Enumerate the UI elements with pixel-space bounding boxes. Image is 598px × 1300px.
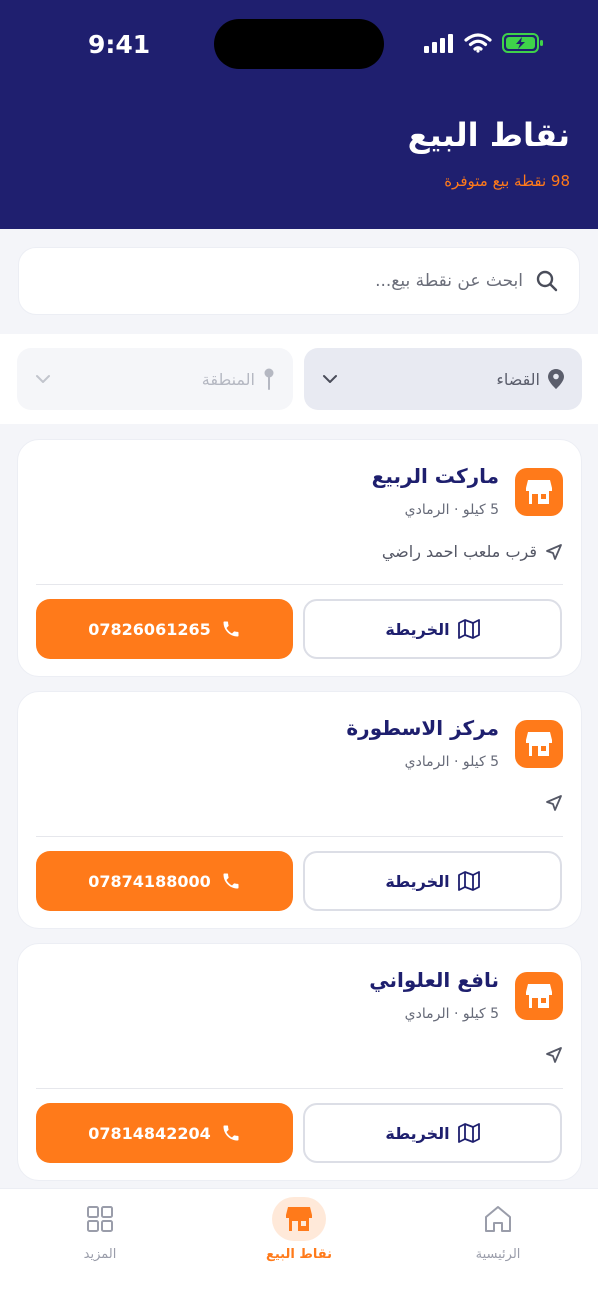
navigation-arrow-icon — [546, 1047, 562, 1063]
point-name: ماركت الربيع — [371, 464, 499, 488]
tab-more[interactable]: المزيد — [35, 1189, 165, 1300]
point-address-text: قرب ملعب احمد راضي — [381, 542, 537, 561]
tab-home-label: الرئيسية — [475, 1247, 521, 1262]
home-icon — [471, 1197, 525, 1241]
chevron-down-icon — [323, 375, 337, 383]
map-button[interactable]: الخريطة — [303, 851, 562, 911]
header: 9:41 نقاط البيع 98 نقطة بيع متوفرة — [0, 0, 598, 229]
point-address — [537, 1046, 563, 1064]
phone-icon — [223, 621, 239, 637]
dynamic-island — [214, 19, 384, 69]
district-filter-label: القضاء — [496, 369, 540, 389]
chevron-down-icon — [36, 375, 50, 383]
search-box[interactable] — [18, 247, 580, 315]
point-distance: 5 كيلو — [462, 1006, 499, 1022]
store-icon — [272, 1197, 326, 1241]
location-pin-icon — [548, 369, 564, 389]
divider — [36, 584, 563, 585]
map-button[interactable]: الخريطة — [303, 599, 562, 659]
store-icon — [515, 468, 563, 516]
bottom-tab-bar: الرئيسية نقاط البيع المزيد — [0, 1188, 598, 1300]
call-button[interactable]: 07874188000 — [36, 851, 293, 911]
search-input[interactable] — [43, 271, 523, 291]
point-distance: 5 كيلو — [462, 502, 499, 518]
point-city: الرمادي — [404, 1006, 450, 1022]
phone-number: 07874188000 — [88, 871, 211, 891]
status-time: 9:41 — [88, 30, 151, 59]
filter-bar: القضاء المنطقة — [0, 334, 598, 424]
point-address: قرب ملعب احمد راضي — [382, 542, 563, 561]
map-pin-icon — [264, 368, 274, 390]
navigation-arrow-icon — [546, 543, 562, 560]
call-button[interactable]: 07826061265 — [36, 599, 293, 659]
map-icon — [457, 1123, 480, 1143]
region-filter[interactable]: المنطقة — [17, 348, 293, 410]
divider — [36, 836, 563, 837]
point-meta: 5 كيلو · الرمادي — [404, 1006, 499, 1022]
region-filter-label-group: المنطقة — [202, 368, 275, 390]
store-icon — [515, 720, 563, 768]
phone-icon — [223, 1125, 239, 1141]
status-bar: 9:41 — [0, 0, 598, 90]
map-button-label: الخريطة — [385, 619, 450, 639]
tab-points-label: نقاط البيع — [266, 1247, 332, 1262]
region-filter-label: المنطقة — [201, 369, 255, 389]
battery-icon — [502, 33, 543, 53]
map-button-label: الخريطة — [385, 1123, 450, 1143]
point-meta: 5 كيلو · الرمادي — [404, 502, 499, 518]
page-title: نقاط البيع — [407, 116, 570, 154]
point-card: نافع العلواني 5 كيلو · الرمادي الخريطة 0… — [17, 943, 582, 1181]
tab-home[interactable]: الرئيسية — [433, 1189, 563, 1300]
store-icon — [515, 972, 563, 1020]
point-name: نافع العلواني — [369, 968, 499, 992]
tab-points[interactable]: نقاط البيع — [234, 1189, 364, 1300]
district-filter-label-group: القضاء — [496, 369, 564, 389]
phone-number: 07814842204 — [88, 1123, 211, 1143]
phone-icon — [223, 873, 239, 889]
phone-number: 07826061265 — [88, 619, 211, 639]
point-city: الرمادي — [404, 754, 450, 770]
point-address — [537, 794, 563, 812]
map-button[interactable]: الخريطة — [303, 1103, 562, 1163]
point-card: ماركت الربيع 5 كيلو · الرمادي قرب ملعب ا… — [17, 439, 582, 677]
status-icons — [424, 32, 544, 54]
search-icon — [536, 270, 558, 292]
navigation-arrow-icon — [546, 795, 562, 811]
call-button[interactable]: 07814842204 — [36, 1103, 293, 1163]
point-card: مركز الاسطورة 5 كيلو · الرمادي الخريطة 0… — [17, 691, 582, 929]
point-distance: 5 كيلو — [462, 754, 499, 770]
map-button-label: الخريطة — [385, 871, 450, 891]
point-meta: 5 كيلو · الرمادي — [404, 754, 499, 770]
district-filter[interactable]: القضاء — [304, 348, 582, 410]
divider — [36, 1088, 563, 1089]
map-icon — [457, 871, 480, 891]
wifi-icon — [464, 33, 492, 53]
signal-icon — [424, 34, 453, 53]
grid-icon — [73, 1197, 127, 1241]
tab-more-label: المزيد — [83, 1247, 117, 1262]
points-count: 98 نقطة بيع متوفرة — [444, 172, 570, 190]
map-icon — [457, 619, 480, 639]
point-city: الرمادي — [404, 502, 450, 518]
point-name: مركز الاسطورة — [346, 716, 499, 740]
